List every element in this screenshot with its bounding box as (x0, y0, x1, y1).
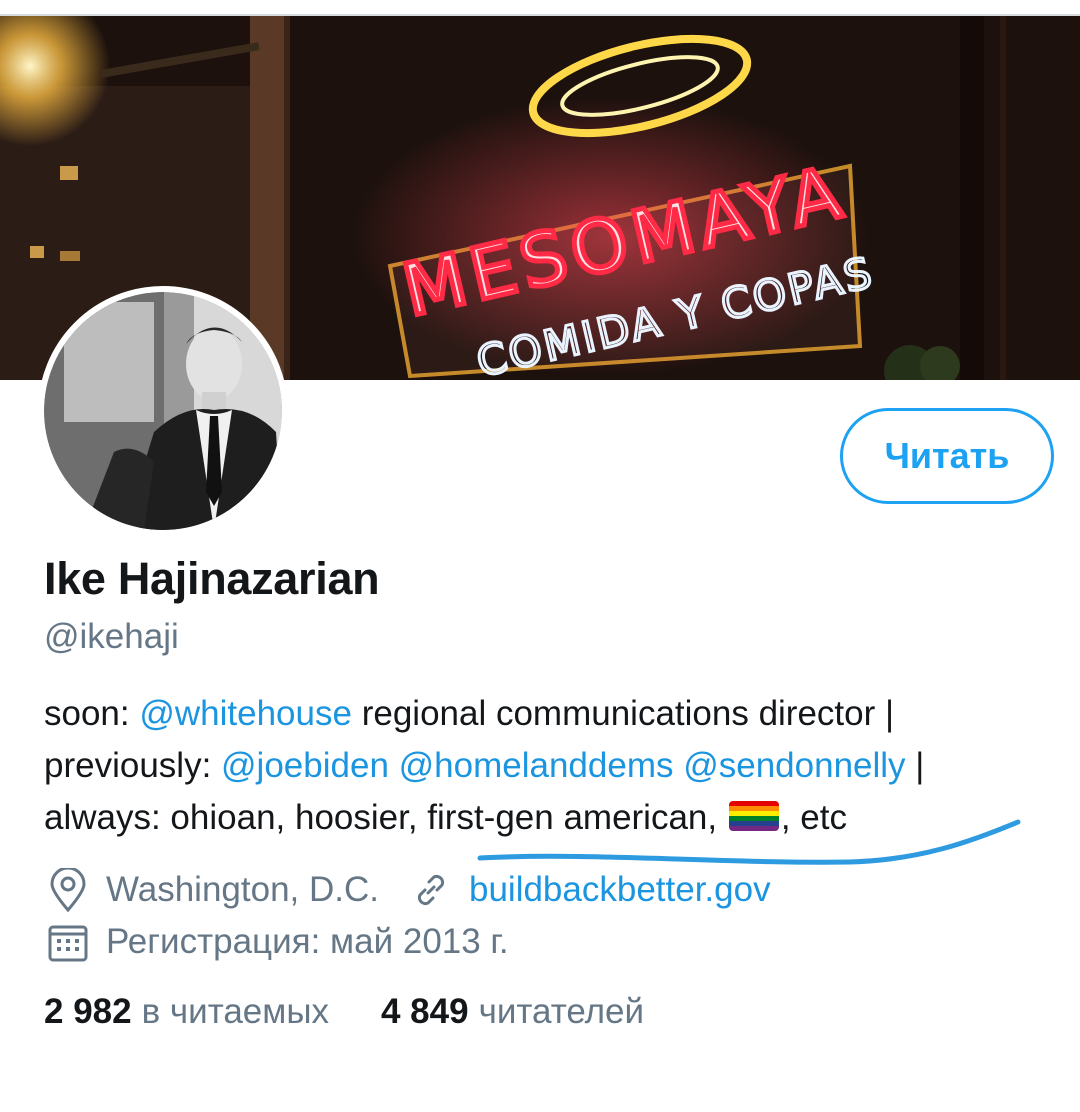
link-icon (407, 866, 455, 914)
followers-label: читателей (478, 992, 645, 1031)
followers-stat[interactable]: 4 849 читателей (381, 992, 644, 1032)
mention-sendonnelly[interactable]: @sendonnelly (683, 746, 905, 785)
bio-previously-label: previously: (44, 746, 212, 785)
following-count: 2 982 (44, 992, 132, 1031)
profile-stats: 2 982 в читаемых 4 849 читателей (44, 992, 696, 1032)
top-divider (0, 0, 1080, 16)
profile-name: Ike Hajinazarian (44, 553, 380, 604)
following-stat[interactable]: 2 982 в читаемых (44, 992, 329, 1032)
follow-button[interactable]: Читать (840, 408, 1054, 504)
calendar-icon (44, 918, 92, 966)
mention-whitehouse[interactable]: @whitehouse (139, 694, 352, 733)
profile-website-link[interactable]: buildbackbetter.gov (469, 870, 771, 910)
mention-joebiden[interactable]: @joebiden (221, 746, 389, 785)
profile-joined-row: Регистрация: май 2013 г. (44, 918, 509, 966)
bio-whitehouse-role: regional communications director | (361, 694, 895, 733)
location-pin-icon (44, 866, 92, 914)
bio-pipe: | (915, 746, 925, 785)
profile-meta-row: Washington, D.C. buildbackbetter.gov (44, 866, 771, 914)
bio-soon-label: soon: (44, 694, 130, 733)
profile-joined-date: Регистрация: май 2013 г. (106, 922, 509, 961)
profile-handle: @ikehaji (44, 617, 179, 656)
profile-avatar[interactable] (38, 286, 288, 536)
following-label: в читаемых (141, 992, 329, 1031)
followers-count: 4 849 (380, 992, 469, 1031)
mention-homelanddems[interactable]: @homelanddems (399, 746, 674, 785)
profile-location: Washington, D.C. (106, 870, 379, 909)
